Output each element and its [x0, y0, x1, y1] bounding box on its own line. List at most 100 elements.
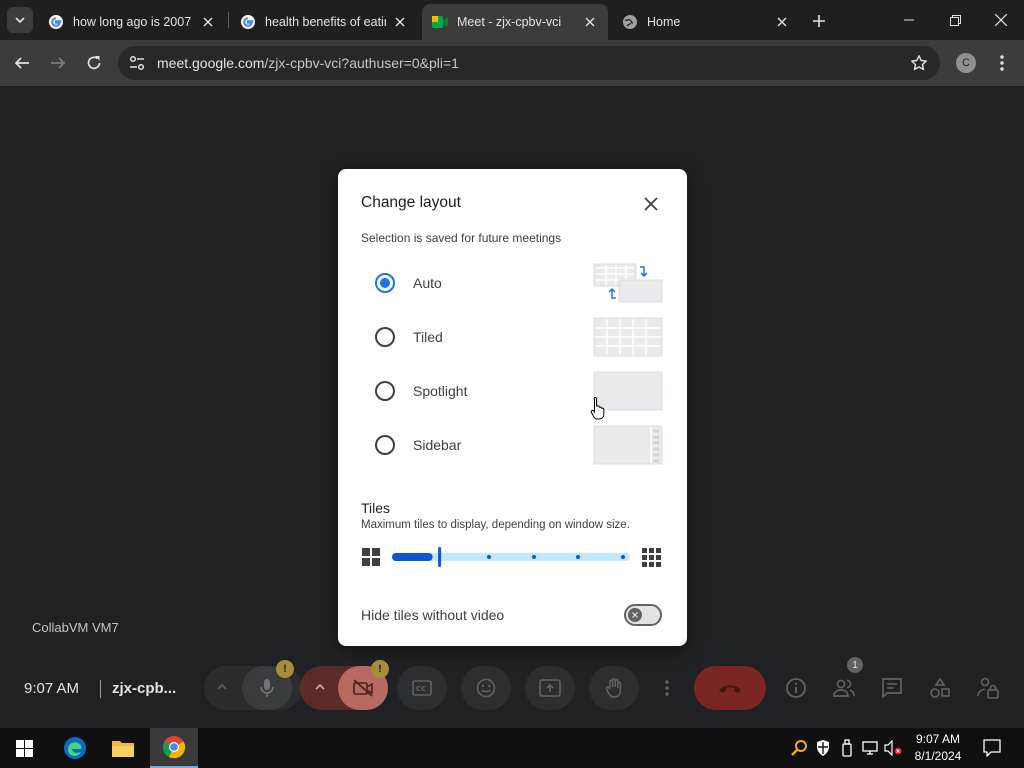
- more-vert-icon: [1000, 55, 1004, 71]
- minimize-button[interactable]: [886, 0, 932, 40]
- tiles-heading: Tiles: [361, 500, 391, 516]
- windows-taskbar: 9:07 AM 8/1/2024: [0, 728, 1024, 768]
- tab-how-long-ago[interactable]: how long ago is 2007 -: [38, 4, 226, 40]
- usb-device-icon[interactable]: [838, 738, 856, 758]
- present-button[interactable]: [525, 666, 575, 710]
- taskbar-clock[interactable]: 9:07 AM 8/1/2024: [906, 731, 970, 765]
- chrome-icon: [162, 736, 186, 759]
- browser-menu-button[interactable]: [992, 52, 1012, 74]
- more-vert-icon: [665, 680, 669, 696]
- reload-button[interactable]: [80, 49, 108, 77]
- back-button[interactable]: [8, 49, 36, 77]
- windows-logo-icon: [15, 739, 33, 757]
- network-icon[interactable]: [862, 738, 880, 758]
- close-tab-icon[interactable]: [774, 14, 790, 30]
- chevron-up-icon[interactable]: [216, 680, 228, 698]
- google-g-icon: [48, 14, 64, 30]
- profile-avatar[interactable]: C: [956, 53, 976, 73]
- slider-handle[interactable]: [438, 547, 442, 567]
- slider-tick: [487, 555, 491, 559]
- tab-title: how long ago is 2007 -: [73, 15, 194, 29]
- tiled-layout-thumbnail: [593, 317, 663, 357]
- meeting-info-button[interactable]: [784, 676, 808, 700]
- google-meet-icon: [432, 14, 448, 30]
- tab-title: health benefits of eatin: [265, 15, 386, 29]
- search-tray-icon[interactable]: [790, 738, 808, 758]
- layout-option-tiled[interactable]: Tiled: [368, 317, 668, 357]
- svg-text:CC: CC: [416, 685, 426, 693]
- browser-toolbar: meet.google.com/zjx-cpbv-vci?authuser=0&…: [0, 40, 1024, 86]
- mic-warning-badge: !: [276, 660, 294, 678]
- taskbar-edge[interactable]: [51, 728, 99, 768]
- clock-time: 9:07 AM: [915, 732, 961, 746]
- hand-cursor-icon: [590, 396, 605, 420]
- close-tab-icon[interactable]: [582, 14, 598, 30]
- hide-tiles-toggle[interactable]: [624, 604, 662, 626]
- radio-sidebar[interactable]: [375, 435, 395, 455]
- sidebar-layout-thumbnail: [593, 425, 663, 465]
- slider-fill: [392, 553, 433, 561]
- url-host: meet.google.com: [157, 55, 265, 71]
- security-shield-icon[interactable]: [814, 738, 832, 758]
- browser-tab-strip: how long ago is 2007 - health benefits o…: [0, 0, 1024, 40]
- activities-button[interactable]: [928, 676, 952, 700]
- microphone-icon: [260, 679, 274, 697]
- close-window-button[interactable]: [978, 0, 1024, 40]
- radio-auto[interactable]: [375, 273, 395, 293]
- tab-separator: [228, 12, 229, 28]
- close-tab-icon[interactable]: [200, 14, 216, 30]
- slider-tick: [621, 555, 625, 559]
- new-tab-button[interactable]: [806, 8, 832, 34]
- volume-muted-icon[interactable]: [884, 738, 902, 758]
- slider-tick: [576, 555, 580, 559]
- lock-person-icon: [977, 677, 999, 699]
- host-controls-button[interactable]: [976, 676, 1000, 700]
- forward-button[interactable]: [44, 49, 72, 77]
- google-g-icon: [240, 14, 256, 30]
- screen: how long ago is 2007 - health benefits o…: [0, 0, 1024, 768]
- site-info-icon[interactable]: [128, 54, 146, 72]
- auto-layout-thumbnail: [593, 263, 663, 303]
- reactions-button[interactable]: [461, 666, 511, 710]
- captions-button[interactable]: CC: [397, 666, 447, 710]
- radio-tiled[interactable]: [375, 327, 395, 347]
- minimize-icon: [904, 19, 914, 21]
- raise-hand-button[interactable]: [589, 666, 639, 710]
- tab-search-button[interactable]: [7, 7, 33, 33]
- layout-option-auto[interactable]: Auto: [368, 263, 668, 303]
- globe-icon: [622, 14, 638, 30]
- taskbar-file-explorer[interactable]: [99, 728, 147, 768]
- url-text: meet.google.com/zjx-cpbv-vci?authuser=0&…: [157, 55, 459, 71]
- tab-meet[interactable]: Meet - zjx-cpbv-vci: [422, 4, 608, 40]
- layout-option-sidebar[interactable]: Sidebar: [368, 425, 668, 465]
- chat-button[interactable]: [880, 676, 904, 700]
- clock-date: 8/1/2024: [914, 749, 962, 763]
- option-label: Tiled: [413, 329, 443, 345]
- tab-title: Meet - zjx-cpbv-vci: [457, 15, 562, 29]
- restore-icon: [949, 14, 961, 26]
- layout-option-spotlight[interactable]: Spotlight: [368, 371, 668, 411]
- chevron-up-icon[interactable]: [314, 680, 326, 698]
- restore-button[interactable]: [932, 0, 978, 40]
- meeting-time: 9:07 AM: [24, 680, 80, 697]
- option-label: Spotlight: [413, 383, 468, 399]
- camera-warning-badge: !: [371, 660, 389, 678]
- notifications-button[interactable]: [980, 736, 1004, 760]
- more-options-button[interactable]: [652, 666, 682, 710]
- address-bar[interactable]: meet.google.com/zjx-cpbv-vci?authuser=0&…: [118, 46, 940, 80]
- taskbar-chrome[interactable]: [150, 728, 198, 768]
- meeting-code: zjx-cpb...: [112, 680, 177, 697]
- tab-home[interactable]: Home: [612, 4, 800, 40]
- people-button[interactable]: [832, 676, 856, 700]
- tab-health-benefits[interactable]: health benefits of eatin: [230, 4, 418, 40]
- shapes-icon: [930, 677, 950, 698]
- plus-icon: [813, 15, 825, 27]
- leave-call-button[interactable]: [694, 666, 766, 710]
- radio-spotlight[interactable]: [375, 381, 395, 401]
- dialog-close-button[interactable]: [638, 191, 664, 217]
- close-icon: [995, 14, 1007, 26]
- close-tab-icon[interactable]: [392, 14, 408, 30]
- tiles-slider[interactable]: [361, 547, 663, 569]
- bookmark-star-icon[interactable]: [910, 54, 928, 72]
- start-button[interactable]: [0, 728, 48, 768]
